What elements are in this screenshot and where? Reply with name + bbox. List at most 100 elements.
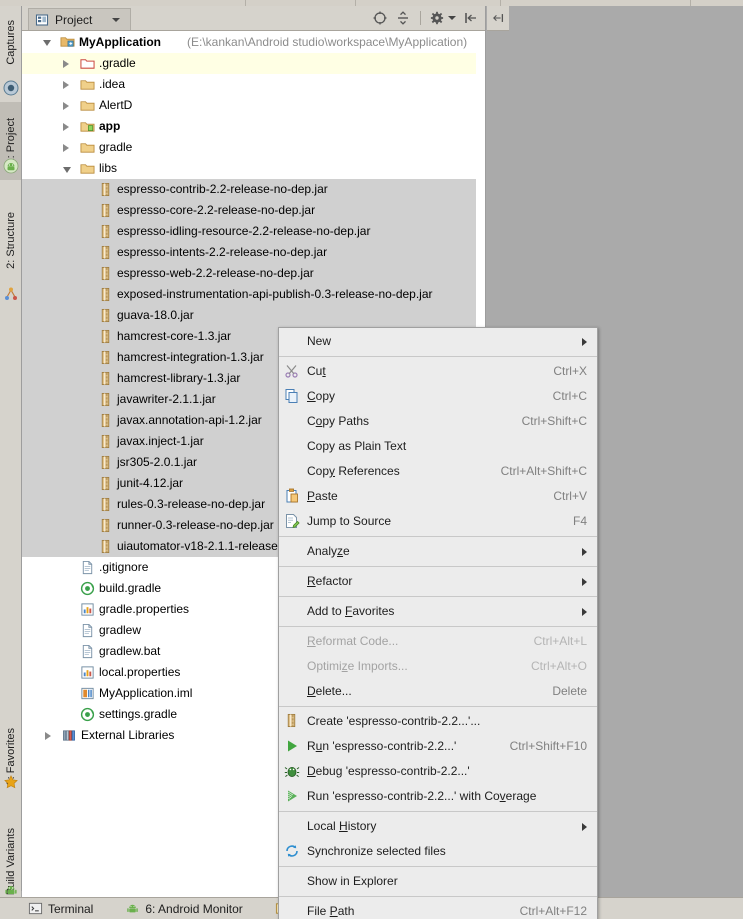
menu-item[interactable]: File Path Ctrl+Alt+F12 [279, 899, 597, 919]
submenu-arrow-icon [582, 337, 587, 346]
menu-item[interactable]: Refactor [279, 569, 597, 594]
menu-item: Reformat Code... Ctrl+Alt+L [279, 629, 597, 654]
jar-icon [98, 413, 113, 428]
expand-arrow-icon[interactable] [63, 81, 69, 89]
menu-item-label: Copy Paths [307, 414, 370, 428]
jar-icon [98, 203, 113, 218]
menu-item-shortcut: Ctrl+Alt+O [530, 659, 587, 673]
menu-item[interactable]: Copy References Ctrl+Alt+Shift+C [279, 459, 597, 484]
scroll-from-source-icon[interactable] [372, 10, 388, 26]
menu-item-label: Refactor [307, 574, 353, 588]
jar-icon [98, 476, 113, 491]
expand-arrow-icon[interactable] [43, 40, 51, 46]
expand-arrow-icon[interactable] [63, 102, 69, 110]
expand-arrow-icon[interactable] [63, 60, 69, 68]
menu-item[interactable]: Create 'espresso-contrib-2.2...'... [279, 709, 597, 734]
status-item-terminal[interactable]: Terminal [0, 901, 107, 916]
tab-project[interactable]: Project [28, 8, 132, 30]
folder-icon [80, 77, 95, 92]
tree-row[interactable]: espresso-core-2.2-release-no-dep.jar [22, 200, 485, 221]
hide-icon[interactable] [463, 10, 479, 26]
tree-row[interactable]: espresso-intents-2.2-release-no-dep.jar [22, 242, 485, 263]
collapse-all-icon[interactable] [395, 10, 411, 26]
menu-item[interactable]: Copy Paths Ctrl+Shift+C [279, 409, 597, 434]
menu-item[interactable]: Delete... Delete [279, 679, 597, 704]
menu-item[interactable]: Run 'espresso-contrib-2.2...' Ctrl+Shift+… [279, 734, 597, 759]
tree-row[interactable]: .gradle [22, 53, 485, 74]
context-menu[interactable]: New Cut Ctrl+X Copy Ctrl+C Copy Paths Ctrl+Shi… [278, 327, 598, 919]
expand-arrow-icon[interactable] [63, 144, 69, 152]
menu-item-shortcut: Ctrl+Alt+Shift+C [500, 464, 587, 478]
status-item-android-monitor[interactable]: 6: Android Monitor [107, 901, 256, 916]
chevron-down-icon[interactable] [112, 17, 121, 22]
module-icon [80, 119, 95, 134]
tree-root-label: MyApplication [79, 35, 162, 49]
tree-row-label: javax.inject-1.jar [117, 434, 204, 448]
coverage-icon [284, 788, 300, 804]
tree-row[interactable]: AlertD [22, 95, 485, 116]
tree-row[interactable]: app [22, 116, 485, 137]
menu-item[interactable]: Analyze [279, 539, 597, 564]
jar-icon [98, 518, 113, 533]
submenu-arrow-icon [582, 607, 587, 616]
captures-icon [3, 80, 19, 96]
android-icon [3, 882, 19, 898]
menu-item[interactable]: Jump to Source F4 [279, 509, 597, 534]
tree-row[interactable]: exposed-instrumentation-api-publish-0.3-… [22, 284, 485, 305]
tree-row-label: hamcrest-core-1.3.jar [117, 329, 232, 343]
menu-item[interactable]: Debug 'espresso-contrib-2.2...' [279, 759, 597, 784]
iml-icon [80, 686, 95, 701]
expand-arrow-icon[interactable] [63, 123, 69, 131]
tree-row[interactable]: espresso-idling-resource-2.2-release-no-… [22, 221, 485, 242]
tree-row[interactable]: guava-18.0.jar [22, 305, 485, 326]
menu-separator [279, 566, 597, 567]
folder-icon [80, 98, 95, 113]
file-icon [80, 623, 95, 638]
menu-item[interactable]: Show in Explorer [279, 869, 597, 894]
menu-item[interactable]: Copy Ctrl+C [279, 384, 597, 409]
expand-arrow-icon[interactable] [45, 732, 51, 740]
menu-item[interactable]: Cut Ctrl+X [279, 359, 597, 384]
menu-item[interactable]: Synchronize selected files [279, 839, 597, 864]
sidebar-item-captures[interactable]: Captures [0, 6, 21, 78]
menu-item[interactable]: Add to Favorites [279, 599, 597, 624]
tree-row-root[interactable]: MyApplication (E:\kankan\Android studio\… [22, 31, 485, 53]
tree-row-label: uiautomator-v18-2.1.1-release- [117, 539, 282, 553]
tree-row-label: javax.annotation-api-1.2.jar [117, 413, 262, 427]
tree-row[interactable]: .idea [22, 74, 485, 95]
menu-item-shortcut: Ctrl+Alt+F12 [519, 904, 587, 918]
project-panel-toolbar [372, 10, 479, 26]
menu-item[interactable]: Local History [279, 814, 597, 839]
menu-separator [279, 356, 597, 357]
jar-icon [98, 539, 113, 554]
hide-tool-window-button[interactable] [487, 6, 509, 31]
tree-row[interactable]: libs [22, 158, 485, 179]
menu-item[interactable]: New [279, 329, 597, 354]
tree-root-path: (E:\kankan\Android studio\workspace\MyAp… [187, 35, 468, 49]
synchronize-icon [284, 843, 300, 859]
gear-dropdown-icon[interactable] [448, 16, 456, 20]
menu-item-label: Optimize Imports... [307, 659, 408, 673]
tree-row[interactable]: gradle [22, 137, 485, 158]
menu-item-label: Debug 'espresso-contrib-2.2...' [307, 764, 470, 778]
tree-row-label: build.gradle [99, 581, 162, 595]
menu-item[interactable]: Copy as Plain Text [279, 434, 597, 459]
sidebar-item-structure[interactable]: 2: Structure [0, 196, 21, 284]
tree-row-label: espresso-core-2.2-release-no-dep.jar [117, 203, 316, 217]
menu-item[interactable]: Paste Ctrl+V [279, 484, 597, 509]
tree-row[interactable]: espresso-contrib-2.2-release-no-dep.jar [22, 179, 485, 200]
folder-icon [80, 140, 95, 155]
settings-gear-icon[interactable] [430, 10, 446, 26]
jar-icon [98, 329, 113, 344]
properties-icon [80, 665, 95, 680]
expand-arrow-icon[interactable] [63, 167, 71, 173]
menu-separator [279, 706, 597, 707]
tree-row-label: espresso-web-2.2-release-no-dep.jar [117, 266, 314, 280]
menu-item[interactable]: Run 'espresso-contrib-2.2...' with Cover… [279, 784, 597, 809]
run-icon [284, 738, 300, 754]
toolbar-divider [420, 11, 421, 25]
menu-item-label: Analyze [307, 544, 350, 558]
tree-row-label: junit-4.12.jar [117, 476, 184, 490]
menu-separator [279, 866, 597, 867]
tree-row[interactable]: espresso-web-2.2-release-no-dep.jar [22, 263, 485, 284]
